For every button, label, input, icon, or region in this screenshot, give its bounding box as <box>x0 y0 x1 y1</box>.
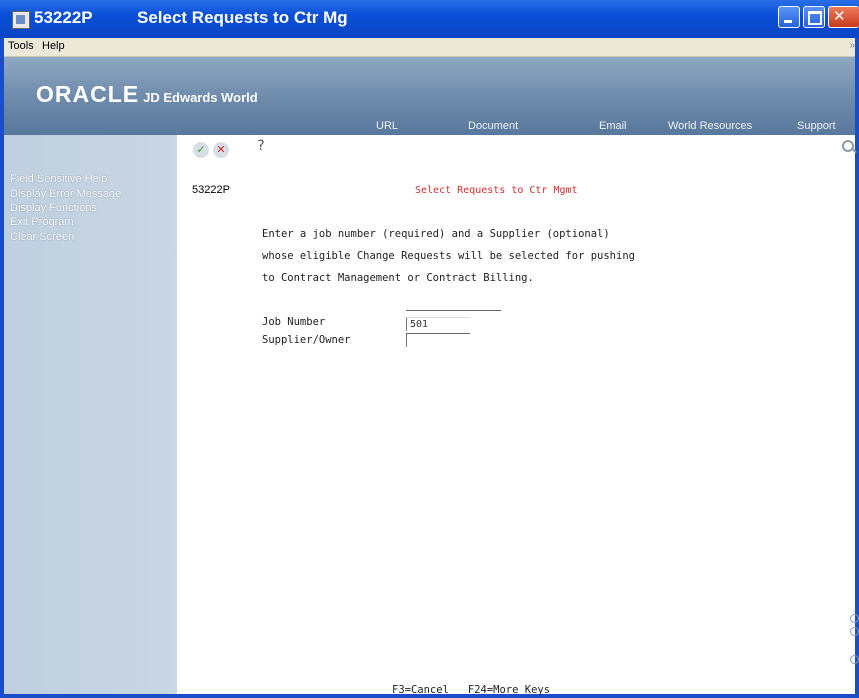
cancel-icon[interactable]: ✕ <box>213 142 229 158</box>
help-icon[interactable]: ? <box>253 138 269 154</box>
instruction-line-1: Enter a job number (required) and a Supp… <box>262 228 610 240</box>
sidebar: Field Sensitive Help Display Error Messa… <box>4 135 177 694</box>
title-bar: 53222P Select Requests to Ctr Mg <box>0 0 859 38</box>
scroll-down-icon[interactable] <box>850 627 859 636</box>
job-number-label: Job Number <box>262 316 326 328</box>
scroll-up-icon[interactable] <box>850 614 859 623</box>
screen-program-id: 53222P <box>192 184 230 196</box>
nav-world-resources[interactable]: World Resources <box>668 120 752 132</box>
product-name: JD Edwards World <box>143 90 258 105</box>
ok-icon[interactable]: ✓ <box>193 142 209 158</box>
menu-help[interactable]: Help <box>42 40 65 52</box>
brand-name: ORACLE <box>36 81 140 107</box>
menubar-overflow-icon[interactable]: » <box>849 40 855 51</box>
nav-document[interactable]: Document <box>468 120 518 132</box>
instruction-line-3: to Contract Management or Contract Billi… <box>262 272 534 284</box>
window-title: Select Requests to Ctr Mg <box>137 8 348 27</box>
sidebar-item-error-message[interactable]: Display Error Message <box>10 188 121 200</box>
supplier-owner-label: Supplier/Owner <box>262 334 351 346</box>
maximize-button[interactable] <box>803 6 825 28</box>
function-keys: F3=Cancel F24=More Keys <box>392 684 551 696</box>
menu-bar: Tools Help » <box>4 38 855 57</box>
close-button[interactable] <box>828 6 859 28</box>
nav-email[interactable]: Email <box>599 120 627 132</box>
screen-title: Select Requests to Ctr Mgmt <box>415 185 578 196</box>
instruction-line-2: whose eligible Change Requests will be s… <box>262 250 635 262</box>
sidebar-item-exit-program[interactable]: Exit Program <box>10 216 74 228</box>
job-number-input[interactable]: 501 <box>406 317 470 331</box>
sidebar-item-clear-screen[interactable]: Clear Screen <box>10 231 74 243</box>
search-icon[interactable] <box>842 140 854 152</box>
nav-url[interactable]: URL <box>376 120 398 132</box>
supplier-owner-input[interactable] <box>406 333 470 347</box>
zoom-icon[interactable] <box>850 655 859 664</box>
field-divider <box>406 310 501 311</box>
header-banner: ORACLE JD Edwards World URL Document Emai… <box>4 57 855 135</box>
application-window: 53222P Select Requests to Ctr Mg Tools H… <box>0 0 859 698</box>
minimize-button[interactable] <box>778 6 800 28</box>
app-icon[interactable] <box>12 11 30 29</box>
sidebar-item-field-help[interactable]: Field Sensitive Help <box>10 173 107 185</box>
oracle-logo: ORACLE JD Edwards World <box>36 81 258 108</box>
title-program-id: 53222P <box>34 8 93 27</box>
menu-tools[interactable]: Tools <box>8 40 34 52</box>
sidebar-item-display-functions[interactable]: Display Functions <box>10 202 97 214</box>
nav-support[interactable]: Support <box>797 120 836 132</box>
